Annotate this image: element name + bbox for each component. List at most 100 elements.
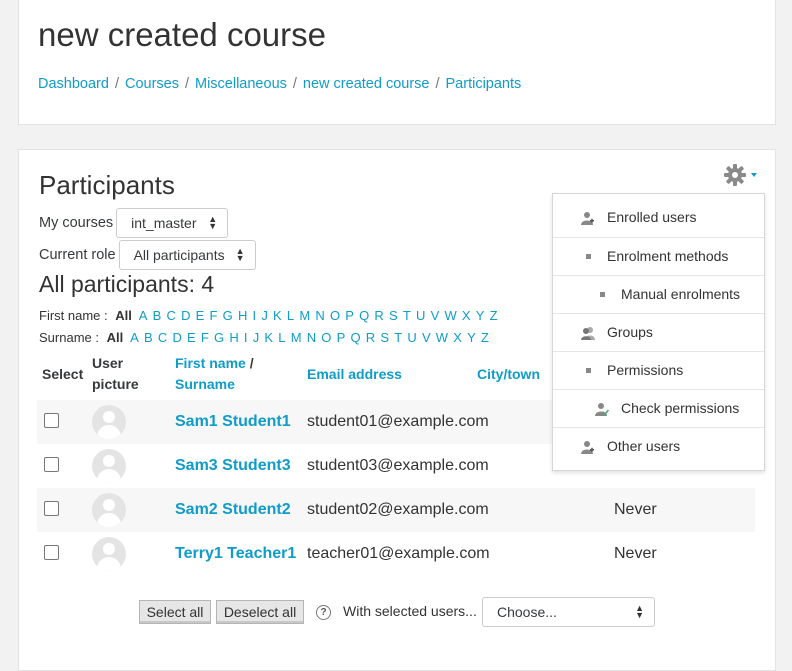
- first-name-initial-v[interactable]: V: [431, 308, 440, 323]
- first-name-initial-i[interactable]: I: [253, 308, 257, 323]
- surname-initial-y[interactable]: Y: [467, 330, 476, 345]
- first-name-initial-d[interactable]: D: [181, 308, 190, 323]
- surname-initial-h[interactable]: H: [229, 330, 238, 345]
- deselect-all-button[interactable]: Deselect all: [216, 600, 304, 624]
- surname-initial-i[interactable]: I: [244, 330, 248, 345]
- participant-name-link[interactable]: Terry1 Teacher1: [175, 545, 296, 563]
- menu-item-label: Check permissions: [621, 400, 740, 416]
- surname-initial-d[interactable]: D: [172, 330, 181, 345]
- sort-first-name-link[interactable]: First name: [175, 355, 246, 371]
- first-name-initial-h[interactable]: H: [238, 308, 247, 323]
- breadcrumb-participants[interactable]: Participants: [446, 76, 522, 92]
- surname-initial-n[interactable]: N: [307, 330, 316, 345]
- first-name-initial-j[interactable]: J: [261, 308, 268, 323]
- my-courses-select[interactable]: int_master ▲ ▼: [116, 208, 229, 238]
- sort-email-link[interactable]: Email address: [307, 366, 402, 382]
- first-name-initial-n[interactable]: N: [315, 308, 324, 323]
- surname-initial-c[interactable]: C: [158, 330, 167, 345]
- current-role-select[interactable]: All participants ▲ ▼: [118, 240, 256, 270]
- row-checkbox[interactable]: [44, 545, 59, 560]
- menu-item-other-users[interactable]: Other users: [553, 427, 764, 465]
- row-checkbox[interactable]: [44, 501, 59, 516]
- surname-initial-q[interactable]: Q: [350, 330, 360, 345]
- sort-surname-link[interactable]: Surname: [175, 376, 235, 392]
- first-name-initial-q[interactable]: Q: [359, 308, 369, 323]
- surname-initial-all[interactable]: All: [107, 330, 124, 345]
- breadcrumb-separator: /: [435, 76, 440, 92]
- surname-initial-a[interactable]: A: [130, 330, 139, 345]
- participant-name-link[interactable]: Sam3 Student3: [175, 457, 291, 475]
- first-name-initial-m[interactable]: M: [299, 308, 310, 323]
- breadcrumb-course[interactable]: new created course: [303, 76, 430, 92]
- surname-initial-m[interactable]: M: [291, 330, 302, 345]
- menu-item-permissions[interactable]: Permissions: [553, 351, 764, 389]
- surname-initial-x[interactable]: X: [453, 330, 462, 345]
- surname-initial-o[interactable]: O: [321, 330, 331, 345]
- first-name-initial-s[interactable]: S: [389, 308, 398, 323]
- settings-menu-toggle[interactable]: [724, 164, 760, 186]
- surname-initial-g[interactable]: G: [214, 330, 224, 345]
- row-checkbox[interactable]: [44, 457, 59, 472]
- surname-initial-j[interactable]: J: [253, 330, 260, 345]
- participant-name-link[interactable]: Sam2 Student2: [175, 501, 291, 519]
- first-name-initial-e[interactable]: E: [196, 308, 205, 323]
- avatar: [92, 537, 126, 571]
- surname-initial-u[interactable]: U: [407, 330, 416, 345]
- first-name-initial-x[interactable]: X: [462, 308, 471, 323]
- first-name-initial-t[interactable]: T: [403, 308, 411, 323]
- gear-icon: [724, 164, 757, 186]
- first-name-initial-k[interactable]: K: [273, 308, 282, 323]
- first-name-initial-z[interactable]: Z: [490, 308, 498, 323]
- current-role-row: Current role All participants ▲ ▼: [39, 240, 256, 270]
- participant-last-access: Never: [614, 501, 657, 518]
- first-name-initial-o[interactable]: O: [330, 308, 340, 323]
- first-name-initial-u[interactable]: U: [416, 308, 425, 323]
- surname-initial-w[interactable]: W: [436, 330, 448, 345]
- first-name-initial-all[interactable]: All: [115, 308, 132, 323]
- surname-initial-v[interactable]: V: [422, 330, 431, 345]
- menu-item-enrolled-users[interactable]: Enrolled users: [553, 199, 764, 237]
- header-name: First name /: [175, 355, 254, 371]
- help-icon[interactable]: ?: [316, 605, 331, 620]
- my-courses-row: My courses int_master ▲ ▼: [39, 208, 229, 238]
- first-name-initial-c[interactable]: C: [167, 308, 176, 323]
- menu-item-manual-enrolments[interactable]: Manual enrolments: [553, 275, 764, 313]
- menu-item-check-permissions[interactable]: Check permissions: [553, 389, 764, 427]
- surname-initial-t[interactable]: T: [394, 330, 402, 345]
- with-selected-select[interactable]: Choose... ▲ ▼: [482, 597, 655, 627]
- surname-initial-s[interactable]: S: [380, 330, 389, 345]
- surname-initial-z[interactable]: Z: [481, 330, 489, 345]
- surname-initial-k[interactable]: K: [264, 330, 273, 345]
- participant-name-link[interactable]: Sam1 Student1: [175, 413, 291, 431]
- menu-item-label: Enrolment methods: [607, 248, 729, 264]
- menu-item-enrolment-methods[interactable]: Enrolment methods: [553, 237, 764, 275]
- first-name-initial-l[interactable]: L: [287, 308, 294, 323]
- first-name-initial-p[interactable]: P: [345, 308, 354, 323]
- first-name-initial-f[interactable]: F: [210, 308, 218, 323]
- first-name-initial-g[interactable]: G: [223, 308, 233, 323]
- bullet-icon: [586, 368, 591, 373]
- surname-initial-b[interactable]: B: [144, 330, 153, 345]
- first-name-initial-a[interactable]: A: [139, 308, 148, 323]
- row-checkbox[interactable]: [44, 413, 59, 428]
- first-name-initial-w[interactable]: W: [444, 308, 456, 323]
- first-name-initial-r[interactable]: R: [374, 308, 383, 323]
- surname-initial-l[interactable]: L: [278, 330, 285, 345]
- first-name-initial-b[interactable]: B: [153, 308, 162, 323]
- sort-city-link[interactable]: City/town: [477, 366, 540, 382]
- surname-initial-p[interactable]: P: [337, 330, 346, 345]
- surname-initial-f[interactable]: F: [201, 330, 209, 345]
- surname-initial-r[interactable]: R: [366, 330, 375, 345]
- select-arrows-icon: ▲ ▼: [235, 246, 245, 263]
- surname-initial-e[interactable]: E: [187, 330, 196, 345]
- menu-item-groups[interactable]: Groups: [553, 313, 764, 351]
- section-title: Participants: [39, 170, 175, 200]
- breadcrumb-dashboard[interactable]: Dashboard: [38, 76, 109, 92]
- breadcrumb-miscellaneous[interactable]: Miscellaneous: [195, 76, 287, 92]
- first-name-initial-y[interactable]: Y: [476, 308, 485, 323]
- participant-email: student02@example.com: [307, 501, 489, 518]
- select-all-button[interactable]: Select all: [139, 600, 211, 624]
- settings-dropdown-menu: Enrolled users Enrolment methods Manual …: [552, 193, 765, 471]
- avatar: [92, 493, 126, 527]
- breadcrumb-courses[interactable]: Courses: [125, 76, 179, 92]
